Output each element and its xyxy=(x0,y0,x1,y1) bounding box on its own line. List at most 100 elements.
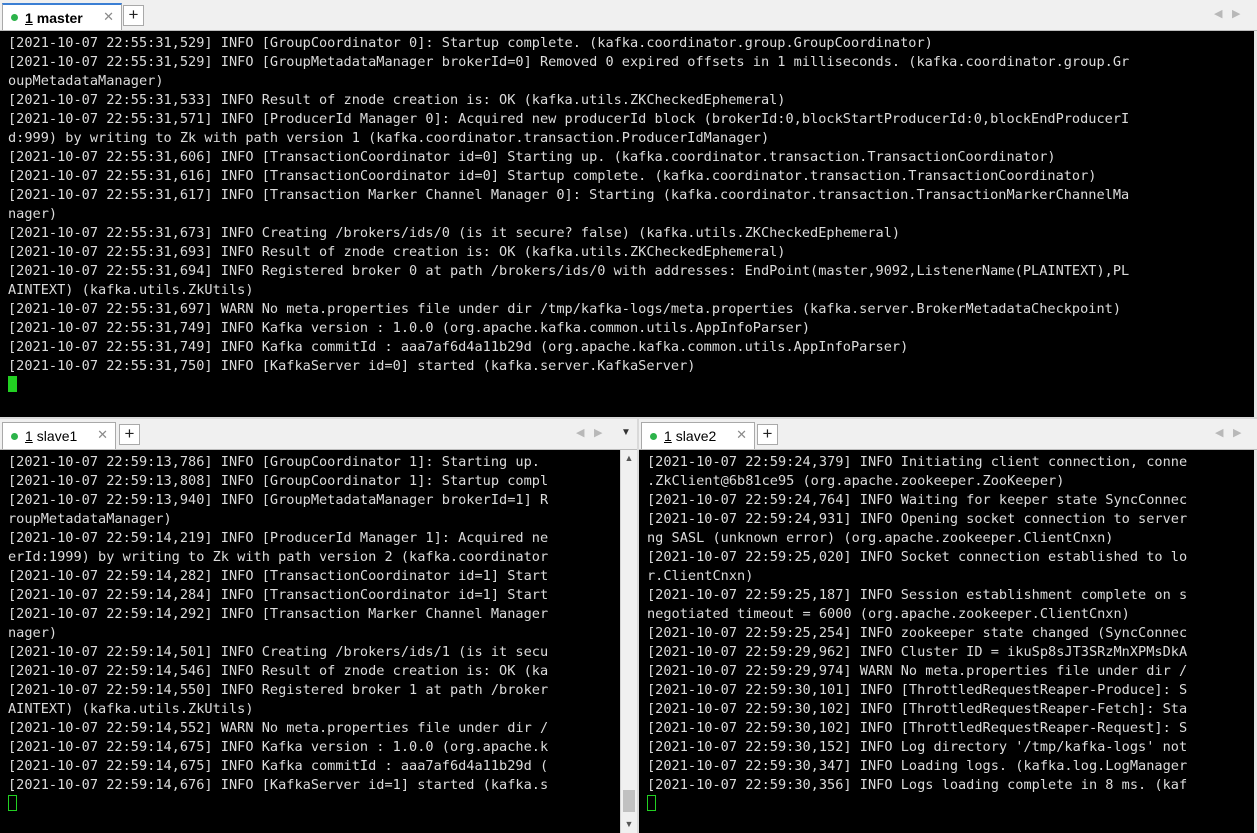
add-tab-button[interactable]: + xyxy=(123,5,144,26)
terminal-line: [2021-10-07 22:55:31,606] INFO [Transact… xyxy=(8,149,1056,165)
terminal-line: [2021-10-07 22:59:29,962] INFO Cluster I… xyxy=(647,644,1188,660)
terminal-line: [2021-10-07 22:59:13,786] INFO [GroupCoo… xyxy=(8,454,540,470)
close-icon[interactable]: ✕ xyxy=(97,427,108,443)
slave2-tab-bar: 1 slave2 ✕ + ◀ ▶ xyxy=(639,419,1257,450)
terminal-line: roupMetadataManager) xyxy=(8,511,172,527)
tab-scroll-right-icon[interactable]: ▶ xyxy=(594,426,608,439)
master-pane: 1 master ✕ + ◀ ▶ [2021-10-07 22:55:31,52… xyxy=(0,0,1257,417)
terminal-line: [2021-10-07 22:55:31,749] INFO Kafka ver… xyxy=(8,320,811,336)
terminal-line: [2021-10-07 22:55:31,617] INFO [Transact… xyxy=(8,187,1130,203)
terminal-output[interactable]: [2021-10-07 22:55:31,529] INFO [GroupCoo… xyxy=(0,31,1254,417)
tab-label: master xyxy=(36,9,83,26)
terminal-line: [2021-10-07 22:59:24,764] INFO Waiting f… xyxy=(647,492,1188,508)
terminal-line: [2021-10-07 22:59:30,152] INFO Log direc… xyxy=(647,739,1188,755)
close-icon[interactable]: ✕ xyxy=(736,427,747,443)
terminal-line: [2021-10-07 22:59:30,102] INFO [Throttle… xyxy=(647,701,1188,717)
terminal-output[interactable]: [2021-10-07 22:59:24,379] INFO Initiatin… xyxy=(639,450,1254,833)
terminal-line: [2021-10-07 22:55:31,529] INFO [GroupCoo… xyxy=(8,35,933,51)
tab-number: 1 xyxy=(25,9,33,26)
terminal-line: AINTEXT) (kafka.utils.ZkUtils) xyxy=(8,282,254,298)
text-cursor xyxy=(8,795,17,811)
terminal-line: [2021-10-07 22:55:31,749] INFO Kafka com… xyxy=(8,339,909,355)
terminal-line: [2021-10-07 22:59:30,347] INFO Loading l… xyxy=(647,758,1188,774)
slave2-pane: 1 slave2 ✕ + ◀ ▶ [2021-10-07 22:59:24,37… xyxy=(639,419,1257,833)
prompt-line xyxy=(647,795,1254,814)
prompt-line xyxy=(8,795,620,814)
terminal-line: [2021-10-07 22:59:14,219] INFO [Producer… xyxy=(8,530,549,546)
terminal-line: [2021-10-07 22:55:31,616] INFO [Transact… xyxy=(8,168,1097,184)
terminal-line: [2021-10-07 22:59:29,974] WARN No meta.p… xyxy=(647,663,1188,679)
tab-number: 1 xyxy=(25,428,33,444)
terminal-line: [2021-10-07 22:55:31,750] INFO [KafkaSer… xyxy=(8,358,696,374)
terminal-line: [2021-10-07 22:55:31,571] INFO [Producer… xyxy=(8,111,1130,127)
connected-status-dot xyxy=(11,432,18,440)
vertical-splitter[interactable] xyxy=(637,419,639,833)
vertical-scrollbar[interactable]: ▲ ▼ xyxy=(620,450,637,833)
terminal-line: [2021-10-07 22:59:13,940] INFO [GroupMet… xyxy=(8,492,549,508)
terminal-line: [2021-10-07 22:59:14,282] INFO [Transact… xyxy=(8,568,549,584)
terminal-line: [2021-10-07 22:55:31,673] INFO Creating … xyxy=(8,225,901,241)
terminal-line: ng SASL (unknown error) (org.apache.zook… xyxy=(647,530,1114,546)
terminal-line: [2021-10-07 22:59:14,675] INFO Kafka com… xyxy=(8,758,549,774)
terminal-line: [2021-10-07 22:55:31,533] INFO Result of… xyxy=(8,92,786,108)
scroll-up-icon[interactable]: ▲ xyxy=(621,450,637,467)
tab-scroll-left-icon[interactable]: ◀ xyxy=(1214,7,1228,20)
terminal-line: [2021-10-07 22:59:30,356] INFO Logs load… xyxy=(647,777,1188,793)
tab-label: slave2 xyxy=(675,428,717,444)
terminal-line: [2021-10-07 22:59:14,675] INFO Kafka ver… xyxy=(8,739,549,755)
terminal-line: [2021-10-07 22:59:14,546] INFO Result of… xyxy=(8,663,549,679)
horizontal-splitter[interactable] xyxy=(0,417,1257,419)
slave1-tab-bar: 1 slave1 ✕ + ◀ ▶ ▼ xyxy=(0,419,637,450)
slave1-pane: 1 slave1 ✕ + ◀ ▶ ▼ [2021-10-07 22:59:13,… xyxy=(0,419,637,833)
tab-label: slave1 xyxy=(36,428,78,444)
add-tab-button[interactable]: + xyxy=(119,424,140,445)
terminal-output[interactable]: [2021-10-07 22:59:13,786] INFO [GroupCoo… xyxy=(0,450,620,833)
terminal-line: [2021-10-07 22:59:25,254] INFO zookeeper… xyxy=(647,625,1188,641)
terminal-line: [2021-10-07 22:55:31,694] INFO Registere… xyxy=(8,263,1130,279)
terminal-line: [2021-10-07 22:59:14,676] INFO [KafkaSer… xyxy=(8,777,549,793)
terminal-line: [2021-10-07 22:59:14,292] INFO [Transact… xyxy=(8,606,549,622)
tab-scroll-left-icon[interactable]: ◀ xyxy=(576,426,590,439)
text-cursor xyxy=(647,795,656,811)
terminal-line: AINTEXT) (kafka.utils.ZkUtils) xyxy=(8,701,254,717)
tab-list-dropdown-icon[interactable]: ▼ xyxy=(621,427,631,438)
terminal-line: erId:1999) by writing to Zk with path ve… xyxy=(8,549,549,565)
prompt-line xyxy=(8,376,1254,395)
terminal-line: [2021-10-07 22:59:25,187] INFO Session e… xyxy=(647,587,1188,603)
master-tab-bar: 1 master ✕ + ◀ ▶ xyxy=(0,0,1257,31)
tab-slave2[interactable]: 1 slave2 ✕ xyxy=(641,422,755,449)
terminal-line: [2021-10-07 22:59:13,808] INFO [GroupCoo… xyxy=(8,473,549,489)
terminal-line: d:999) by writing to Zk with path versio… xyxy=(8,130,770,146)
tab-scroll-right-icon[interactable]: ▶ xyxy=(1232,7,1246,20)
terminal-line: [2021-10-07 22:59:14,552] WARN No meta.p… xyxy=(8,720,549,736)
terminal-line: nager) xyxy=(8,625,58,641)
tab-master[interactable]: 1 master ✕ xyxy=(2,3,122,30)
terminal-line: [2021-10-07 22:59:14,501] INFO Creating … xyxy=(8,644,549,660)
close-icon[interactable]: ✕ xyxy=(103,9,114,25)
add-tab-button[interactable]: + xyxy=(757,424,778,445)
terminal-line: [2021-10-07 22:55:31,693] INFO Result of… xyxy=(8,244,786,260)
terminal-line: [2021-10-07 22:55:31,529] INFO [GroupMet… xyxy=(8,54,1130,70)
terminal-line: [2021-10-07 22:59:30,101] INFO [Throttle… xyxy=(647,682,1188,698)
scroll-down-icon[interactable]: ▼ xyxy=(621,816,637,833)
terminal-line: [2021-10-07 22:59:14,550] INFO Registere… xyxy=(8,682,549,698)
terminal-line: .ZkClient@6b81ce95 (org.apache.zookeeper… xyxy=(647,473,1065,489)
terminal-line: [2021-10-07 22:59:25,020] INFO Socket co… xyxy=(647,549,1188,565)
terminal-line: negotiated timeout = 6000 (org.apache.zo… xyxy=(647,606,1130,622)
terminal-line: [2021-10-07 22:59:14,284] INFO [Transact… xyxy=(8,587,549,603)
terminal-line: [2021-10-07 22:59:24,931] INFO Opening s… xyxy=(647,511,1188,527)
terminal-line: [2021-10-07 22:55:31,697] WARN No meta.p… xyxy=(8,301,1122,317)
tab-scroll-left-icon[interactable]: ◀ xyxy=(1215,426,1229,439)
terminal-line: [2021-10-07 22:59:30,102] INFO [Throttle… xyxy=(647,720,1188,736)
terminal-line: nager) xyxy=(8,206,58,222)
text-cursor xyxy=(8,376,17,392)
scrollbar-thumb[interactable] xyxy=(623,790,635,812)
tab-slave1[interactable]: 1 slave1 ✕ xyxy=(2,422,116,449)
terminal-line: oupMetadataManager) xyxy=(8,73,164,89)
connected-status-dot xyxy=(11,14,18,21)
tab-number: 1 xyxy=(664,428,672,444)
terminal-line: r.ClientCnxn) xyxy=(647,568,754,584)
terminal-line: [2021-10-07 22:59:24,379] INFO Initiatin… xyxy=(647,454,1188,470)
connected-status-dot xyxy=(650,432,657,440)
tab-scroll-right-icon[interactable]: ▶ xyxy=(1233,426,1247,439)
